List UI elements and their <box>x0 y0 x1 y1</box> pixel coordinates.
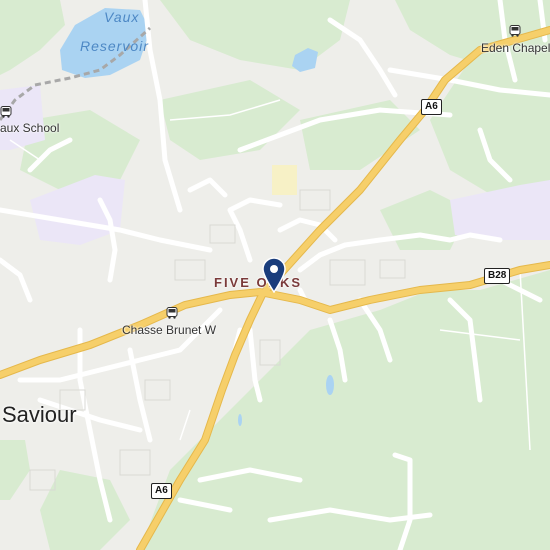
reservoir-label-line1: Vaux <box>104 9 140 25</box>
map-view[interactable]: Vaux Reservoir FIVE OAKS Saviour aux Sch… <box>0 0 550 550</box>
village-label: FIVE OAKS <box>214 275 303 290</box>
road-shield-a6-south: A6 <box>151 483 172 499</box>
road-shield-a6-north: A6 <box>421 99 442 115</box>
bus-stop-label-eden[interactable]: Eden Chapel <box>481 41 550 55</box>
bus-stop-icon[interactable] <box>166 307 178 319</box>
bus-stop-label-chasse[interactable]: Chasse Brunet W <box>122 323 216 337</box>
sports-area <box>272 165 297 195</box>
reservoir-label-line2: Reservoir <box>80 38 149 54</box>
road-shield-b28: B28 <box>484 268 511 284</box>
parish-label: Saviour <box>2 402 77 427</box>
bus-stop-label-school[interactable]: aux School <box>0 121 59 135</box>
location-pin-icon[interactable] <box>261 257 287 293</box>
bus-stop-icon[interactable] <box>509 25 521 37</box>
bus-stop-icon[interactable] <box>0 106 12 118</box>
